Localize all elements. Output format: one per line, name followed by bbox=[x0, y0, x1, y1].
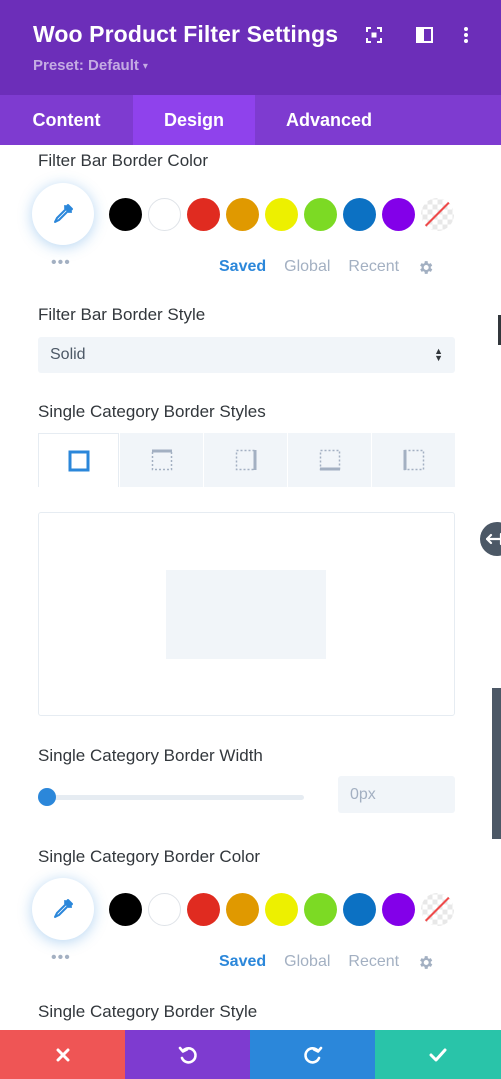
border-left-icon bbox=[403, 449, 424, 471]
cancel-button[interactable] bbox=[0, 1030, 125, 1079]
swatch-yellow[interactable] bbox=[265, 893, 298, 926]
swatch-black[interactable] bbox=[109, 198, 142, 231]
select-arrows-icon: ▲ ▼ bbox=[434, 346, 443, 363]
caret-down-icon: ▾ bbox=[142, 61, 148, 72]
tab-recent-colors[interactable]: Recent bbox=[348, 258, 399, 276]
more-colors-icon[interactable]: ••• bbox=[51, 950, 71, 966]
swatch-orange[interactable] bbox=[226, 893, 259, 926]
swatch-blue[interactable] bbox=[343, 198, 376, 231]
gear-icon[interactable] bbox=[417, 259, 434, 276]
swatch-blue[interactable] bbox=[343, 893, 376, 926]
border-right-tab[interactable] bbox=[204, 433, 287, 487]
swatch-orange[interactable] bbox=[226, 198, 259, 231]
border-side-tabs bbox=[38, 433, 455, 487]
border-top-tab[interactable] bbox=[120, 433, 203, 487]
more-colors-icon[interactable]: ••• bbox=[51, 255, 71, 271]
settings-content: Filter Bar Border Color ••• Saved Global… bbox=[0, 145, 501, 1030]
split-view-icon[interactable] bbox=[414, 25, 434, 45]
border-all-icon bbox=[68, 450, 89, 471]
swatch-red[interactable] bbox=[187, 198, 220, 231]
filter-bar-border-color-label: Filter Bar Border Color bbox=[38, 151, 209, 170]
swatch-white[interactable] bbox=[148, 893, 181, 926]
swatch-purple[interactable] bbox=[382, 198, 415, 231]
single-category-border-styles-label: Single Category Border Styles bbox=[38, 402, 266, 421]
tab-design[interactable]: Design bbox=[133, 95, 255, 145]
swatch-green[interactable] bbox=[304, 198, 337, 231]
eyedropper-button[interactable] bbox=[32, 878, 94, 940]
color-source-tabs: Saved Global Recent bbox=[219, 953, 434, 971]
swatch-green[interactable] bbox=[304, 893, 337, 926]
redo-icon bbox=[303, 1046, 322, 1064]
color-source-tabs: Saved Global Recent bbox=[219, 258, 434, 276]
eyedropper-icon bbox=[54, 899, 73, 918]
border-width-slider-handle[interactable] bbox=[38, 788, 56, 806]
swatch-none-icon[interactable] bbox=[421, 198, 454, 231]
border-bottom-tab[interactable] bbox=[288, 433, 371, 487]
filter-bar-border-style-label: Filter Bar Border Style bbox=[38, 305, 206, 324]
check-icon bbox=[429, 1048, 447, 1061]
save-button[interactable] bbox=[375, 1030, 501, 1079]
eyedropper-icon bbox=[54, 204, 73, 223]
swatch-white[interactable] bbox=[148, 198, 181, 231]
modal-footer bbox=[0, 1030, 501, 1079]
color-swatches bbox=[109, 198, 460, 231]
swatch-yellow[interactable] bbox=[265, 198, 298, 231]
border-bottom-icon bbox=[319, 449, 340, 471]
swatch-none-icon[interactable] bbox=[421, 893, 454, 926]
border-all-sides-tab[interactable] bbox=[38, 433, 119, 487]
tab-advanced[interactable]: Advanced bbox=[255, 95, 403, 145]
color-swatches bbox=[109, 893, 460, 926]
undo-button[interactable] bbox=[125, 1030, 250, 1079]
single-category-border-color-label: Single Category Border Color bbox=[38, 847, 261, 866]
fullscreen-icon[interactable] bbox=[364, 25, 384, 45]
gear-icon[interactable] bbox=[417, 954, 434, 971]
tab-saved-colors[interactable]: Saved bbox=[219, 953, 266, 971]
eyedropper-button[interactable] bbox=[32, 183, 94, 245]
border-preview-element bbox=[166, 570, 326, 659]
more-options-icon[interactable] bbox=[456, 25, 476, 45]
filter-bar-border-style-select[interactable]: Solid ▲ ▼ bbox=[38, 337, 455, 373]
undo-icon bbox=[178, 1046, 197, 1064]
border-top-icon bbox=[151, 449, 172, 471]
tab-content[interactable]: Content bbox=[0, 95, 133, 145]
tab-global-colors[interactable]: Global bbox=[284, 258, 330, 276]
border-right-icon bbox=[235, 449, 256, 471]
preset-selector[interactable]: Preset: Default ▾ bbox=[33, 57, 148, 74]
border-left-tab[interactable] bbox=[372, 433, 455, 487]
settings-tabs: Content Design Advanced bbox=[0, 95, 501, 145]
swatch-red[interactable] bbox=[187, 893, 220, 926]
redo-button[interactable] bbox=[250, 1030, 375, 1079]
border-width-input[interactable]: 0px bbox=[338, 776, 455, 813]
arrow-left-icon bbox=[486, 532, 501, 546]
single-category-border-width-label: Single Category Border Width bbox=[38, 746, 263, 765]
settings-modal: Woo Product Filter Settings Preset: Defa… bbox=[0, 0, 501, 1079]
swatch-purple[interactable] bbox=[382, 893, 415, 926]
swatch-black[interactable] bbox=[109, 893, 142, 926]
close-icon bbox=[56, 1048, 69, 1061]
single-category-border-style-label: Single Category Border Style bbox=[38, 1002, 258, 1021]
border-width-slider-track[interactable] bbox=[38, 795, 304, 800]
select-value: Solid bbox=[50, 346, 86, 363]
tab-global-colors[interactable]: Global bbox=[284, 953, 330, 971]
tab-saved-colors[interactable]: Saved bbox=[219, 258, 266, 276]
page-scrollbar[interactable] bbox=[492, 688, 501, 839]
tab-recent-colors[interactable]: Recent bbox=[348, 953, 399, 971]
modal-title: Woo Product Filter Settings bbox=[33, 21, 339, 47]
border-preview bbox=[38, 512, 455, 716]
modal-header: Woo Product Filter Settings Preset: Defa… bbox=[0, 0, 501, 95]
preset-label: Preset: Default bbox=[33, 57, 139, 74]
